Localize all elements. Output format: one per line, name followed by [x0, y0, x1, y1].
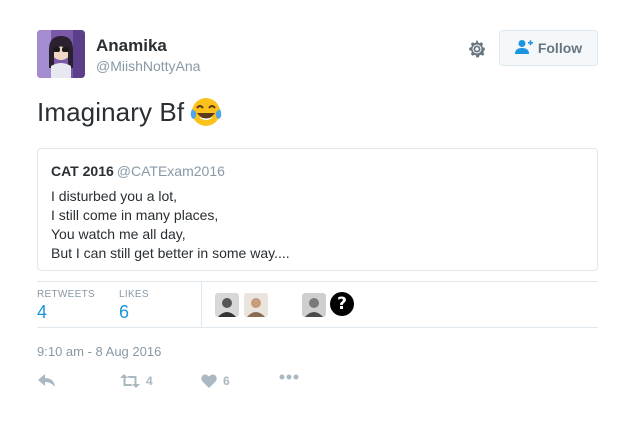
quoted-line: I still come in many places,	[51, 207, 219, 223]
liker-avatars	[215, 293, 268, 317]
liker-avatar[interactable]	[302, 293, 326, 317]
follow-button[interactable]: Follow	[499, 30, 598, 66]
quoted-author-name: CAT 2016	[51, 163, 114, 179]
liker-avatars-2	[302, 293, 326, 317]
author-name[interactable]: Anamika	[96, 36, 167, 56]
likes-label[interactable]: LIKES	[119, 289, 149, 300]
stats-top-divider	[37, 281, 598, 282]
quoted-line: You watch me all day,	[51, 226, 186, 242]
quoted-tweet-text: I disturbed you a lot, I still come in m…	[51, 187, 290, 263]
gear-icon[interactable]	[467, 39, 487, 59]
more-button[interactable]	[279, 374, 299, 380]
author-avatar[interactable]	[37, 30, 85, 78]
tweet-timestamp[interactable]: 9:10 am - 8 Aug 2016	[37, 344, 161, 359]
retweet-icon	[120, 374, 140, 388]
likes-count[interactable]: 6	[119, 302, 129, 323]
retweet-button[interactable]: 4	[120, 374, 153, 388]
follow-label: Follow	[537, 40, 583, 56]
reply-button[interactable]	[38, 374, 56, 388]
tweet-text-content: Imaginary Bf	[37, 96, 185, 127]
quoted-line: But I can still get better in some way..…	[51, 245, 290, 261]
stats-separator	[201, 281, 202, 327]
liker-avatar[interactable]	[215, 293, 239, 317]
reply-icon	[38, 374, 56, 388]
quoted-line: I disturbed you a lot,	[51, 188, 178, 204]
heart-icon	[201, 374, 217, 388]
quoted-author-handle: @CATExam2016	[116, 163, 225, 179]
author-handle[interactable]: @MiishNottyAna	[96, 58, 200, 74]
like-action-count: 6	[223, 374, 230, 388]
tweet-text: Imaginary Bf	[37, 96, 222, 128]
liker-avatar[interactable]	[244, 293, 268, 317]
more-dots-icon	[279, 374, 299, 380]
retweets-count[interactable]: 4	[37, 302, 47, 323]
quoted-tweet[interactable]: CAT 2016 @CATExam2016 I disturbed you a l…	[37, 148, 598, 271]
stats-bottom-divider	[37, 327, 598, 328]
like-button[interactable]: 6	[201, 374, 230, 388]
add-user-icon	[514, 39, 533, 58]
tears-of-joy-emoji-icon	[190, 96, 222, 128]
retweets-label[interactable]: RETWEETS	[37, 289, 95, 300]
quoted-tweet-header: CAT 2016 @CATExam2016	[51, 163, 225, 179]
question-mark-avatar-icon[interactable]: ?	[330, 292, 354, 316]
retweet-action-count: 4	[146, 374, 153, 388]
